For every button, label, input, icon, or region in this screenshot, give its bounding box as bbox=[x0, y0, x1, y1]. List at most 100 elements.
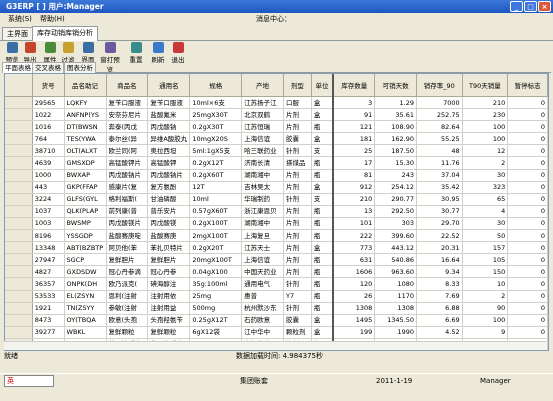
column-header[interactable]: 可销天数 bbox=[374, 74, 417, 97]
row-header[interactable] bbox=[5, 314, 33, 327]
main-tabs: 主界面 库存动销库销分析 bbox=[0, 26, 553, 41]
table-row[interactable]: 8473 OY(TBQA 欧意(头孢 头孢羟氨苄 0.25gX12T 石药欧意 胶囊盒 149… bbox=[5, 314, 548, 327]
table-row[interactable]: 13348 ABT(BZBTP 阿贝他(苯 苯扎贝特片 0.2gX20T 江苏天士 片剂盒 7… bbox=[5, 241, 548, 255]
table-cell: 13348 bbox=[32, 241, 65, 255]
row-header[interactable] bbox=[5, 193, 33, 206]
table-cell: 10ml×6支 bbox=[189, 96, 243, 110]
table-row[interactable]: 1016 DT(BWSN 奔泰(丙戊 丙戊酸钠 0.2gX30T 江苏恒瑞 片剂瓶 121 10… bbox=[5, 120, 548, 134]
table-cell: 7.69 bbox=[416, 290, 463, 303]
column-header[interactable]: 规格 bbox=[189, 74, 243, 97]
table-cell: 252.75 bbox=[416, 108, 463, 122]
column-header[interactable]: 库存数量 bbox=[333, 74, 376, 97]
row-header[interactable] bbox=[5, 144, 33, 158]
toolbar-button-3[interactable]: 过滤 bbox=[58, 41, 78, 64]
column-header[interactable]: 暂停标志 bbox=[507, 74, 548, 97]
table-row[interactable]: 3224 GLFS(GYL 格利福斯(甘油磷酸 10ml 华瑞制药 针剂支 210 290.7… bbox=[5, 193, 548, 206]
row-header[interactable] bbox=[5, 326, 33, 339]
reset-icon bbox=[130, 42, 142, 53]
menu-help[interactable]: 帮助(H) bbox=[40, 13, 65, 25]
column-header[interactable]: 货号 bbox=[32, 74, 65, 97]
toolbar-button-2[interactable]: 属性 bbox=[40, 41, 60, 64]
table-cell: 盒 bbox=[311, 132, 335, 146]
table-row[interactable]: 38710 OLT(ALXT 欧兰同(阿 奥拉西坦 5ml:1gX5支 哈三联药业 针剂支 2… bbox=[5, 144, 548, 158]
column-header[interactable]: 产地 bbox=[241, 74, 284, 97]
tab-inventory-analysis[interactable]: 库存动销库销分析 bbox=[32, 26, 98, 41]
tab-main[interactable]: 主界面 bbox=[2, 27, 33, 40]
table-cell: 0 bbox=[507, 156, 548, 170]
tab-flat-table[interactable]: 平面表格 bbox=[2, 62, 34, 73]
row-header[interactable] bbox=[5, 241, 33, 255]
table-cell: 254.12 bbox=[374, 181, 417, 194]
table-row[interactable]: 1022 ANFNP(YS 安奈芬尼片 盐酸氟米 25mgX30T 北京双鹤 片剂盒 91 35… bbox=[5, 108, 548, 122]
toolbar-button-6[interactable]: 重置 bbox=[126, 41, 146, 64]
table-row[interactable]: 39277 WBKL 复鲜颗粒 复鲜颗粒 6gX12袋 江中华中 颗粒剂盒 199 1990 4.… bbox=[5, 326, 548, 339]
toolbar-button-0[interactable]: 预览 bbox=[2, 41, 22, 64]
row-header[interactable] bbox=[5, 156, 33, 170]
row-header[interactable] bbox=[5, 253, 33, 267]
table-cell: 复方氨酚 bbox=[147, 181, 191, 194]
export-icon bbox=[24, 42, 36, 53]
menu-system[interactable]: 系统(S) bbox=[8, 13, 32, 25]
table-cell: 0.2gX30T bbox=[189, 120, 243, 134]
table-row[interactable]: 1921 TN(ZSYY 参敏(注射 注射用益 500mg 杭州默沙东 针剂瓶 1308 130… bbox=[5, 302, 548, 315]
minimize-button[interactable]: _ bbox=[510, 1, 523, 12]
table-row[interactable]: 27947 SGCP 复鲜胆片 复鲜胆片 20mgX100T 上海信谊 片剂瓶 631 540.… bbox=[5, 253, 548, 267]
row-header[interactable] bbox=[5, 120, 33, 134]
data-grid[interactable]: 货号 品名助记 商品名 通用名 规格 产地 剂型 单位 库存数量 可销天数 销存率_90 T90天销量… bbox=[4, 73, 549, 351]
row-header[interactable] bbox=[5, 290, 33, 303]
column-header[interactable]: 商品名 bbox=[106, 74, 149, 97]
table-row[interactable]: 1003 BWSMP 丙戊酸镁片 丙戊酸镁 0.2gX100T 湖南湘中 片剂瓶 101 303… bbox=[5, 217, 548, 231]
ime-toolbar[interactable]: 英 bbox=[4, 375, 54, 387]
table-cell: 片剂 bbox=[283, 253, 312, 267]
row-header[interactable] bbox=[5, 181, 33, 194]
row-header[interactable] bbox=[5, 229, 33, 243]
column-header[interactable]: T90天销量 bbox=[462, 74, 509, 97]
row-header[interactable] bbox=[5, 108, 33, 122]
table-cell: 瓶 bbox=[311, 253, 335, 267]
column-header[interactable]: 单位 bbox=[311, 74, 335, 97]
horizontal-scrollbar[interactable] bbox=[4, 341, 547, 350]
row-header[interactable] bbox=[5, 302, 33, 315]
table-cell: 异维A酸胶丸 bbox=[147, 132, 191, 146]
row-header[interactable] bbox=[5, 217, 33, 231]
table-cell: 片剂 bbox=[283, 229, 312, 243]
toolbar-button-7[interactable]: 刷新 bbox=[148, 41, 168, 64]
table-cell: 江中华中 bbox=[241, 326, 284, 339]
toolbar-button-1[interactable]: 导出 bbox=[20, 41, 40, 64]
tab-chart-analysis[interactable]: 图表分析 bbox=[64, 62, 96, 73]
close-button[interactable]: × bbox=[538, 1, 551, 12]
tab-cross-table[interactable]: 交叉表格 bbox=[32, 62, 64, 73]
table-cell: 27947 bbox=[32, 253, 65, 267]
row-header[interactable] bbox=[5, 205, 33, 218]
table-cell: 0 bbox=[507, 229, 548, 243]
row-header[interactable] bbox=[5, 265, 33, 279]
table-row[interactable]: 1037 QLK(PLAP 前列康(普 普乐安片 0.57gX60T 浙江康恩贝 片剂瓶 13… bbox=[5, 205, 548, 218]
column-header[interactable]: 品名助记 bbox=[64, 74, 107, 97]
table-cell: 1016 bbox=[32, 120, 65, 134]
row-header[interactable] bbox=[5, 277, 33, 291]
maximize-button[interactable]: □ bbox=[524, 1, 537, 12]
table-cell: Y7 bbox=[283, 290, 312, 303]
row-header[interactable] bbox=[5, 132, 33, 146]
layout-icon bbox=[82, 42, 94, 53]
column-header[interactable]: 剂型 bbox=[283, 74, 312, 97]
table-row[interactable]: 36357 ONPK(DH 欧乃派克(碘海醇注 35g:100ml 通用电气 针剂瓶 120… bbox=[5, 277, 548, 291]
row-header[interactable] bbox=[5, 96, 33, 110]
table-cell: 颗粒剂 bbox=[283, 326, 312, 339]
table-cell: 105 bbox=[462, 253, 509, 267]
column-header[interactable]: 销存率_90 bbox=[416, 74, 463, 97]
table-row[interactable]: 4639 GMSXDP 高锰酸钾片 高锰酸钾 0.2gX12T 济南长清 搽煤品瓶 17 15.… bbox=[5, 156, 548, 170]
table-row[interactable]: 1000 BWXAP 丙戊酸钠片 丙戊酸钠片 0.2gX60T 湖南湘中 片剂瓶 81 243 3… bbox=[5, 169, 548, 182]
table-cell: 108.90 bbox=[374, 120, 417, 134]
table-row[interactable]: 764 TES(YWA 泰尔丝(异 异维A酸胶丸 10mgX20S 上海信谊 胶囊盒 181 1… bbox=[5, 132, 548, 146]
table-row[interactable]: 53533 EL(ZSYN 恩利(注射 注射用依 25mg 惠普 Y7 瓶 26 1170 7.69… bbox=[5, 290, 548, 303]
toolbar-button-8[interactable]: 退出 bbox=[168, 41, 188, 64]
table-cell: 230 bbox=[462, 108, 509, 122]
column-header[interactable]: 通用名 bbox=[147, 74, 191, 97]
table-row[interactable]: 29565 LQKFY 复苄口服液 复苄口服液 10ml×6支 江苏扬子江 口服盒 3 1.29… bbox=[5, 96, 548, 110]
table-row[interactable]: 4827 GXDSDW 冠心丹参滴 冠心丹参 0.04gX100 中国天药业 片剂瓶 1606… bbox=[5, 265, 548, 279]
table-row[interactable]: 8196 YSSGDP 盐酸赛庚啶 盐酸赛庚 2mgX100T 上海复旦 片剂瓶 222 399… bbox=[5, 229, 548, 243]
toolbar-button-4[interactable]: 界面 bbox=[78, 41, 98, 64]
row-header[interactable] bbox=[5, 169, 33, 182]
table-row[interactable]: 443 GKP(FFAP 感康片(复 复方氨酚 12T 吉林吴太 片剂盒 912 254.12 3… bbox=[5, 181, 548, 194]
